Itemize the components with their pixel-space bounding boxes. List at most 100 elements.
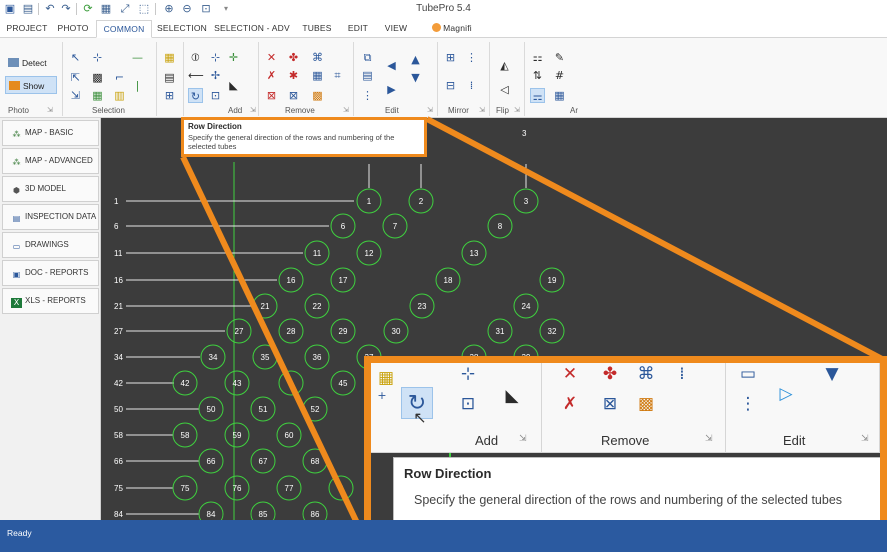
mirror-grid-icon[interactable]: ⋮	[464, 50, 479, 65]
remove-box-icon[interactable]: ⊠	[286, 88, 301, 103]
row-label: 42	[114, 379, 123, 388]
flip-launcher-icon[interactable]: ⇲	[514, 106, 520, 114]
tube-label: 75	[181, 484, 190, 493]
tab-selection[interactable]: SELECTION	[156, 20, 208, 38]
tab-view[interactable]: VIEW	[380, 20, 412, 38]
tab-common[interactable]: COMMON	[96, 20, 152, 38]
arrange-sort-icon[interactable]: ⇅	[530, 68, 545, 83]
sidebar-item-doc-reports[interactable]: ▣ DOC - REPORTS	[2, 260, 99, 286]
edit-left-icon[interactable]: ◀	[384, 58, 399, 73]
show-button[interactable]: Show	[5, 76, 57, 94]
add-grid-icon[interactable]: ⊡	[208, 88, 223, 103]
remove-launcher-icon[interactable]: ⇲	[343, 106, 349, 114]
select-row-icon[interactable]: ▥	[112, 88, 127, 103]
arrange-hash-icon[interactable]: #	[552, 68, 567, 83]
sidebar-item-3d-model[interactable]: ⬢ 3D MODEL	[2, 176, 99, 202]
arrange-table-icon[interactable]: ⚏	[530, 50, 545, 65]
flip-up-icon[interactable]: ◭	[497, 58, 512, 73]
select-add-icon[interactable]: ⇲	[68, 88, 83, 103]
remove-tube-icon[interactable]: ✱	[286, 68, 301, 83]
tab-tubes[interactable]: TUBES	[296, 20, 338, 38]
tube-label: 22	[313, 302, 322, 311]
photo-launcher-icon[interactable]: ⇲	[47, 106, 53, 114]
add-circle-icon[interactable]: ⦶	[188, 50, 203, 65]
arrange-active-icon[interactable]: ⚎	[530, 88, 545, 103]
sidebar-item-inspection-data[interactable]: ▤ INSPECTION DATA	[2, 204, 99, 230]
select-multi-icon[interactable]: ⊹	[90, 50, 105, 65]
edit-copy-icon[interactable]: ⧉	[360, 50, 375, 65]
mirror-dots-icon[interactable]: ⁞	[464, 78, 479, 93]
edit-paste-icon[interactable]: ▤	[360, 68, 375, 83]
select-bar-icon[interactable]: |	[130, 78, 145, 93]
tube-add-icon[interactable]: ⊞	[162, 88, 177, 103]
sidebar-item-map-advanced[interactable]: ⁂ MAP - ADVANCED	[2, 148, 99, 174]
edit-number-icon[interactable]: ⋮	[360, 88, 375, 103]
zoom-remove-dots-icon: ⁞	[679, 364, 685, 384]
detect-button[interactable]: Detect	[5, 54, 57, 72]
add-line-icon[interactable]: ⟵	[188, 68, 204, 83]
tube-grid-icon[interactable]: ▤	[162, 70, 177, 85]
tab-edit[interactable]: EDIT	[342, 20, 374, 38]
select-grid-icon[interactable]: ▩	[90, 70, 105, 85]
tab-selection-adv[interactable]: SELECTION - ADV	[212, 20, 292, 38]
tab-photo[interactable]: PHOTO	[52, 20, 94, 38]
row-label: 75	[114, 484, 123, 493]
add-cross-icon[interactable]: ✛	[226, 50, 241, 65]
arrange-grid-icon[interactable]: ▦	[552, 88, 567, 103]
edit-launcher-icon[interactable]: ⇲	[427, 106, 433, 114]
remove-cluster-icon[interactable]: ⌘	[310, 50, 325, 65]
remove-row-icon[interactable]: ⊠	[264, 88, 279, 103]
zoom-remove-box-icon: ⊠	[602, 394, 618, 414]
remove-select-icon[interactable]: ✕	[264, 50, 279, 65]
mirror-h-icon[interactable]: ⊞	[443, 50, 458, 65]
sidebar-item-xls-reports[interactable]: X XLS - REPORTS	[2, 288, 99, 314]
arrange-pen-icon[interactable]: ✎	[552, 50, 567, 65]
sidebar-item-map-basic[interactable]: ⁂ MAP - BASIC	[2, 120, 99, 146]
tube-select-icon[interactable]: ▦	[162, 50, 177, 65]
drawing-icon: ▭	[12, 242, 21, 251]
edit-down-icon[interactable]: ▼	[408, 70, 423, 85]
mirror-v-icon[interactable]: ⊟	[443, 78, 458, 93]
tube-label: 60	[285, 431, 294, 440]
group-divider	[437, 42, 438, 116]
zoom-divider	[541, 363, 542, 453]
tube-label: 16	[287, 276, 296, 285]
edit-up-icon[interactable]: ▲	[408, 52, 423, 67]
remove-line-icon[interactable]: ✤	[286, 50, 301, 65]
tube-label: 76	[233, 484, 242, 493]
zoom-divider	[879, 363, 880, 453]
row-label: 21	[114, 302, 123, 311]
tab-magnifi[interactable]: Magnifi	[422, 20, 482, 38]
edit-play-icon[interactable]: ▶	[384, 82, 399, 97]
mirror-launcher-icon[interactable]: ⇲	[479, 106, 485, 114]
tube-label: 34	[209, 353, 218, 362]
add-launcher-icon[interactable]: ⇲	[250, 106, 256, 114]
add-pointer-icon[interactable]: ◣	[226, 78, 241, 93]
select-region-icon[interactable]: ▦	[90, 88, 105, 103]
zoom-group-remove: Remove	[601, 433, 650, 448]
zoom-remove-red-icon: ✕	[562, 364, 578, 384]
select-line-icon[interactable]: ⌐	[112, 70, 127, 85]
remove-all-icon[interactable]: ▩	[310, 88, 325, 103]
zoom-edit-number-icon: ⋮	[739, 394, 757, 414]
tube-label: 6	[341, 222, 346, 231]
tab-project[interactable]: PROJECT	[4, 20, 50, 38]
flip-left-icon[interactable]: ◁	[497, 82, 512, 97]
add-multi-icon[interactable]: ✢	[208, 68, 223, 83]
sidebar-item-drawings[interactable]: ▭ DRAWINGS	[2, 232, 99, 258]
select-move-icon[interactable]: ⇱	[68, 70, 83, 85]
zoom-edit-play-icon: ▷	[779, 384, 793, 404]
zoom-edit-down-icon: ▼	[825, 364, 839, 384]
select-arrow-icon[interactable]: ↖	[68, 50, 83, 65]
add-tube-icon[interactable]: ⊹	[208, 50, 223, 65]
remove-extra-icon[interactable]: ⌗	[330, 68, 345, 83]
row-label: 1	[114, 197, 119, 206]
remove-point-icon[interactable]: ✗	[264, 68, 279, 83]
group-label-photo: Photo	[8, 106, 29, 115]
tube-label: 45	[339, 379, 348, 388]
select-dash-icon[interactable]: —	[130, 50, 145, 65]
remove-group-icon[interactable]: ▦	[310, 68, 325, 83]
zoom-tooltip-description: Specify the general direction of the row…	[414, 493, 843, 507]
row-label: 16	[114, 276, 123, 285]
row-direction-button[interactable]: ↻	[188, 88, 203, 103]
